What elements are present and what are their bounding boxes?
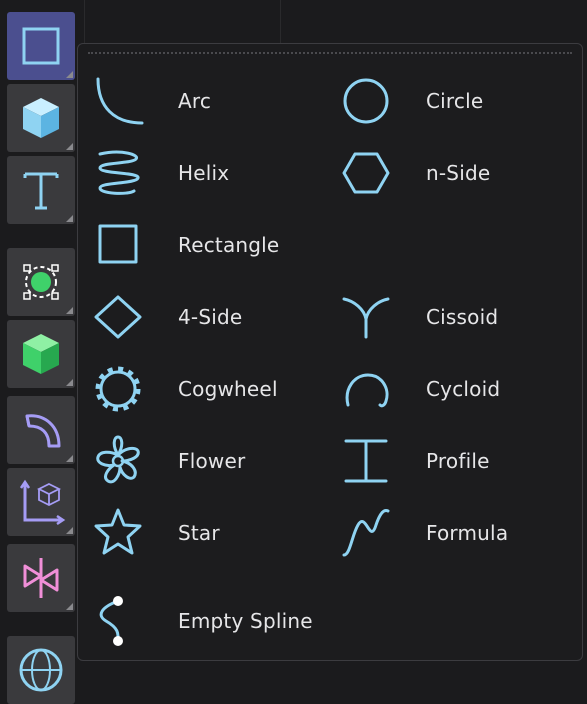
diamond-icon bbox=[94, 295, 142, 339]
menu-item-label: Cycloid bbox=[426, 377, 501, 401]
environment-tool[interactable] bbox=[7, 636, 75, 704]
menu-item-label: Empty Spline bbox=[178, 609, 313, 633]
viewport-divider bbox=[280, 0, 281, 43]
tool-palette bbox=[0, 0, 78, 704]
rectangle-icon bbox=[98, 224, 138, 264]
deformer-tool[interactable] bbox=[7, 396, 75, 464]
text-t-icon bbox=[23, 172, 59, 210]
tool-submenu-indicator bbox=[66, 455, 73, 462]
tool-submenu-indicator bbox=[66, 143, 73, 150]
tool-submenu-indicator bbox=[66, 527, 73, 534]
generator-tool[interactable] bbox=[7, 320, 75, 388]
menu-item-rectangle[interactable]: Rectangle bbox=[92, 217, 332, 277]
cube-icon bbox=[23, 98, 59, 138]
empty-spline-icon bbox=[99, 596, 123, 646]
tool-submenu-indicator bbox=[66, 603, 73, 610]
menu-item-cissoid[interactable]: Cissoid bbox=[340, 289, 580, 349]
globe-icon bbox=[19, 648, 63, 692]
helix-icon bbox=[98, 150, 140, 195]
primitive-shape-tool[interactable] bbox=[7, 12, 75, 80]
menu-drag-handle[interactable] bbox=[88, 52, 572, 54]
mograph-tool[interactable] bbox=[7, 544, 75, 612]
hexagon-icon bbox=[342, 152, 390, 194]
selection-point-icon bbox=[23, 264, 59, 300]
menu-item-label: Helix bbox=[178, 161, 230, 185]
menu-item-label: Rectangle bbox=[178, 233, 280, 257]
menu-item-profile[interactable]: Profile bbox=[340, 433, 580, 493]
menu-item-label: Profile bbox=[426, 449, 490, 473]
menu-item-formula[interactable]: Formula bbox=[340, 505, 580, 565]
menu-item-4-side[interactable]: 4-Side bbox=[92, 289, 332, 349]
menu-item-label: n-Side bbox=[426, 161, 491, 185]
menu-item-label: Flower bbox=[178, 449, 246, 473]
square-outline-icon bbox=[22, 27, 60, 65]
spline-menu: Arc Circle Helix n-Side Rectangle 4-Side bbox=[77, 43, 583, 661]
menu-item-empty-spline[interactable]: Empty Spline bbox=[92, 593, 332, 653]
menu-item-label: Cogwheel bbox=[178, 377, 278, 401]
green-cube-icon bbox=[23, 334, 59, 374]
axis-tool[interactable] bbox=[7, 468, 75, 536]
menu-item-label: Arc bbox=[178, 89, 212, 113]
menu-item-cogwheel[interactable]: Cogwheel bbox=[92, 361, 332, 421]
selection-tool[interactable] bbox=[7, 248, 75, 316]
tool-submenu-indicator bbox=[66, 307, 73, 314]
flower-icon bbox=[96, 435, 140, 484]
primitive-solid-tool[interactable] bbox=[7, 84, 75, 152]
cogwheel-icon bbox=[95, 366, 141, 412]
bend-icon bbox=[25, 414, 61, 448]
tool-submenu-indicator bbox=[66, 379, 73, 386]
menu-item-circle[interactable]: Circle bbox=[340, 73, 580, 133]
formula-icon bbox=[342, 509, 390, 557]
cycloid-icon bbox=[345, 373, 389, 408]
menu-item-label: 4-Side bbox=[178, 305, 243, 329]
tool-submenu-indicator bbox=[66, 215, 73, 222]
viewport-divider bbox=[84, 0, 85, 43]
profile-icon bbox=[344, 439, 388, 483]
menu-item-label: Formula bbox=[426, 521, 509, 545]
pink-shape-icon bbox=[23, 558, 59, 598]
star-icon bbox=[94, 508, 142, 555]
axis-cube-icon bbox=[19, 479, 66, 526]
menu-item-label: Cissoid bbox=[426, 305, 499, 329]
tool-submenu-indicator bbox=[66, 71, 73, 78]
menu-item-helix[interactable]: Helix bbox=[92, 145, 332, 205]
menu-item-label: Star bbox=[178, 521, 220, 545]
menu-item-cycloid[interactable]: Cycloid bbox=[340, 361, 580, 421]
menu-item-n-side[interactable]: n-Side bbox=[340, 145, 580, 205]
menu-item-star[interactable]: Star bbox=[92, 505, 332, 565]
circle-icon bbox=[343, 78, 389, 124]
arc-icon bbox=[96, 77, 144, 125]
menu-item-label: Circle bbox=[426, 89, 484, 113]
menu-item-flower[interactable]: Flower bbox=[92, 433, 332, 493]
menu-item-arc[interactable]: Arc bbox=[92, 73, 332, 133]
text-tool[interactable] bbox=[7, 156, 75, 224]
cissoid-icon bbox=[342, 297, 390, 339]
